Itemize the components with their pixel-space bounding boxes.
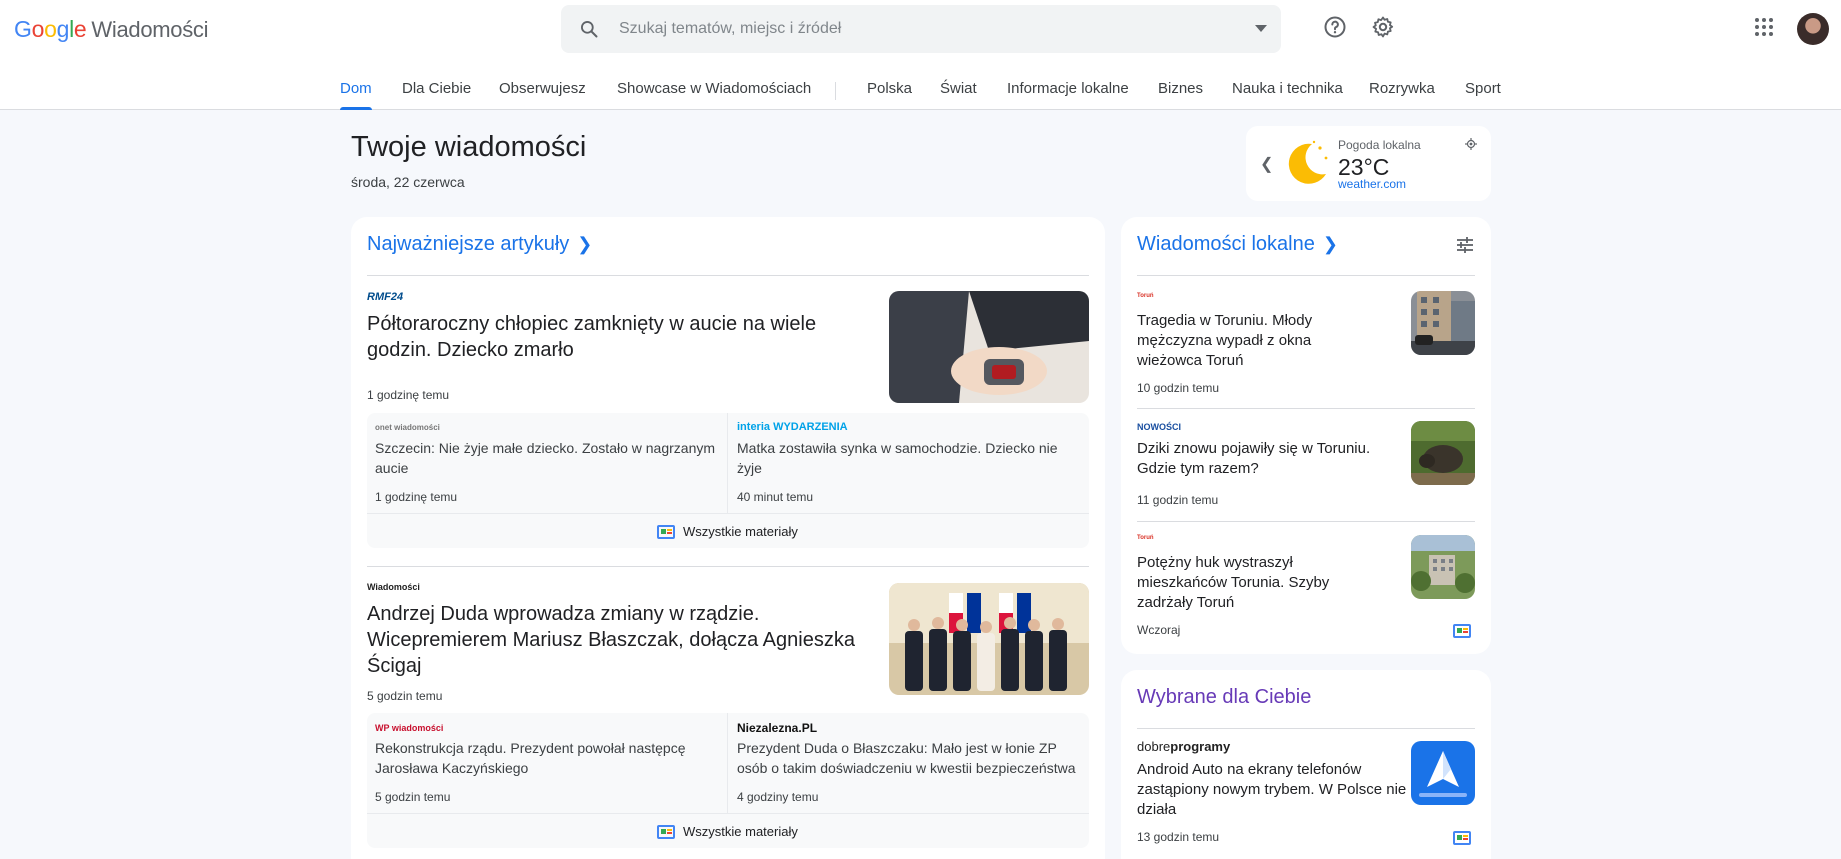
tab-swiat[interactable]: Świat: [940, 80, 977, 110]
story-headline[interactable]: Potężny huk wystraszył mieszkańców Torun…: [1137, 553, 1362, 613]
story-headline[interactable]: Tragedia w Toruniu. Młody mężczyzna wypa…: [1137, 311, 1362, 371]
related-item[interactable]: Niezalezna.PL Prezydent Duda o Błaszczak…: [729, 713, 1089, 813]
divider: [1137, 408, 1475, 409]
story-headline[interactable]: Android Auto na ekrany telefonów zastąpi…: [1137, 760, 1407, 820]
page-date: środa, 22 czerwca: [351, 174, 465, 190]
location-icon[interactable]: [1465, 138, 1477, 150]
settings-icon[interactable]: [1371, 15, 1395, 39]
story-thumbnail[interactable]: [1411, 741, 1475, 805]
full-coverage-icon: [657, 524, 675, 539]
top-header: GoogleWiadomości Dom Dla Ciebie Obserwuj…: [0, 0, 1841, 110]
related-time: 1 godzinę temu: [375, 490, 458, 504]
story-time: 11 godzin temu: [1137, 493, 1219, 507]
related-headline[interactable]: Matka zostawiła synka w samochodzie. Dzi…: [737, 438, 1082, 478]
full-coverage-icon[interactable]: [1453, 624, 1471, 638]
related-time: 40 minut temu: [737, 490, 814, 504]
search-icon[interactable]: [579, 19, 599, 39]
all-coverage-button[interactable]: Wszystkie materiały: [657, 824, 798, 839]
tab-dom[interactable]: Dom: [340, 80, 372, 110]
help-icon[interactable]: [1323, 15, 1347, 39]
source-logo: onet wiadomości: [375, 423, 440, 432]
story-thumbnail[interactable]: [1411, 535, 1475, 599]
weather-source-link[interactable]: weather.com: [1338, 177, 1406, 191]
source-logo: NOWOŚCI: [1137, 422, 1181, 432]
tab-showcase[interactable]: Showcase w Wiadomościach: [617, 80, 811, 110]
local-news-card: Wiadomości lokalne ❯ Toruń Tragedia w Tor…: [1121, 217, 1491, 654]
product-name: Wiadomości: [91, 17, 209, 42]
top-stories-heading[interactable]: Najważniejsze artykuły ❯: [367, 233, 592, 256]
source-logo: Toruń: [1137, 293, 1154, 299]
related-item[interactable]: WP wiadomości Rekonstrukcja rządu. Prezy…: [367, 713, 728, 813]
full-coverage-icon: [657, 824, 675, 839]
story-headline[interactable]: Półtoraroczny chłopiec zamknięty w aucie…: [367, 311, 867, 363]
story-thumbnail[interactable]: [889, 291, 1089, 403]
divider: [367, 275, 1089, 276]
tune-icon[interactable]: [1455, 235, 1475, 255]
source-logo[interactable]: RMF24: [367, 291, 403, 303]
tab-sport[interactable]: Sport: [1465, 80, 1501, 110]
related-coverage: onet wiadomości Szczecin: Nie żyje małe …: [367, 413, 1089, 548]
picks-for-you-card: Wybrane dla Ciebie dobreprogramy Android…: [1121, 670, 1491, 859]
related-headline[interactable]: Prezydent Duda o Błaszczaku: Mało jest w…: [737, 738, 1085, 778]
full-coverage-icon[interactable]: [1453, 831, 1471, 845]
tab-polska[interactable]: Polska: [867, 80, 912, 110]
page-title: Twoje wiadomości: [351, 131, 587, 163]
nav-divider: [835, 82, 836, 100]
related-headline[interactable]: Rekonstrukcja rządu. Prezydent powołał n…: [375, 738, 720, 778]
related-item[interactable]: interia WYDARZENIA Matka zostawiła synka…: [729, 413, 1089, 513]
source-logo: Niezalezna.PL: [737, 721, 818, 735]
source-logo: WP wiadomości: [375, 723, 444, 733]
all-coverage-button[interactable]: Wszystkie materiały: [657, 524, 798, 539]
search-options-chevron-icon[interactable]: [1255, 25, 1267, 32]
search-bar[interactable]: [561, 5, 1281, 53]
tab-obserwujesz[interactable]: Obserwujesz: [499, 80, 586, 110]
google-news-logo[interactable]: Google Wiadomości: [14, 16, 209, 43]
divider: [1137, 728, 1475, 729]
picks-heading[interactable]: Wybrane dla Ciebie: [1137, 686, 1311, 709]
all-coverage-row: Wszystkie materiały: [367, 513, 1089, 548]
section-nav: Dom Dla Ciebie Obserwujesz Showcase w Wi…: [0, 80, 1841, 110]
search-input[interactable]: [619, 17, 1219, 41]
all-coverage-row: Wszystkie materiały: [367, 813, 1089, 848]
weather-label: Pogoda lokalna: [1338, 138, 1421, 152]
apps-grid-icon[interactable]: [1752, 15, 1776, 39]
related-headline[interactable]: Szczecin: Nie żyje małe dziecko. Zostało…: [375, 438, 720, 478]
related-time: 4 godziny temu: [737, 790, 819, 804]
source-logo: dobreprogramy: [1137, 739, 1231, 754]
story-time: 5 godzin temu: [367, 689, 443, 703]
related-time: 5 godzin temu: [375, 790, 451, 804]
tab-rozrywka[interactable]: Rozrywka: [1369, 80, 1435, 110]
chevron-right-icon: ❯: [1322, 234, 1338, 254]
avatar[interactable]: [1797, 13, 1829, 45]
story-time: 10 godzin temu: [1137, 381, 1220, 395]
divider: [367, 566, 1089, 567]
weather-widget[interactable]: ❮ Pogoda lokalna 23°C weather.com: [1246, 126, 1491, 201]
top-stories-card: Najważniejsze artykuły ❯ RMF24 Półtoraroc…: [351, 217, 1105, 859]
tab-nauka-i-technika[interactable]: Nauka i technika: [1232, 80, 1343, 110]
tab-biznes[interactable]: Biznes: [1158, 80, 1203, 110]
chevron-left-icon[interactable]: ❮: [1260, 154, 1273, 174]
divider: [1137, 521, 1475, 522]
story-thumbnail[interactable]: [1411, 421, 1475, 485]
divider: [1137, 275, 1475, 276]
related-coverage: WP wiadomości Rekonstrukcja rządu. Prezy…: [367, 713, 1089, 848]
story-headline[interactable]: Andrzej Duda wprowadza zmiany w rządzie.…: [367, 601, 877, 679]
chevron-right-icon: ❯: [577, 234, 593, 254]
source-logo: Toruń: [1137, 535, 1154, 541]
story-thumbnail[interactable]: [1411, 291, 1475, 355]
story-time: 13 godzin temu: [1137, 830, 1220, 844]
story-headline[interactable]: Dziki znowu pojawiły się w Toruniu. Gdzi…: [1137, 439, 1397, 479]
story-thumbnail[interactable]: [889, 583, 1089, 695]
story-time: Wczoraj: [1137, 623, 1181, 637]
related-item[interactable]: onet wiadomości Szczecin: Nie żyje małe …: [367, 413, 728, 513]
source-logo[interactable]: Wiadomości: [367, 582, 420, 592]
tab-informacje-lokalne[interactable]: Informacje lokalne: [1007, 80, 1129, 110]
story-time: 1 godzinę temu: [367, 388, 450, 402]
local-news-heading[interactable]: Wiadomości lokalne ❯: [1137, 233, 1338, 256]
tab-dla-ciebie[interactable]: Dla Ciebie: [402, 80, 471, 110]
moon-icon: [1288, 140, 1328, 184]
source-logo: interia WYDARZENIA: [737, 421, 848, 433]
